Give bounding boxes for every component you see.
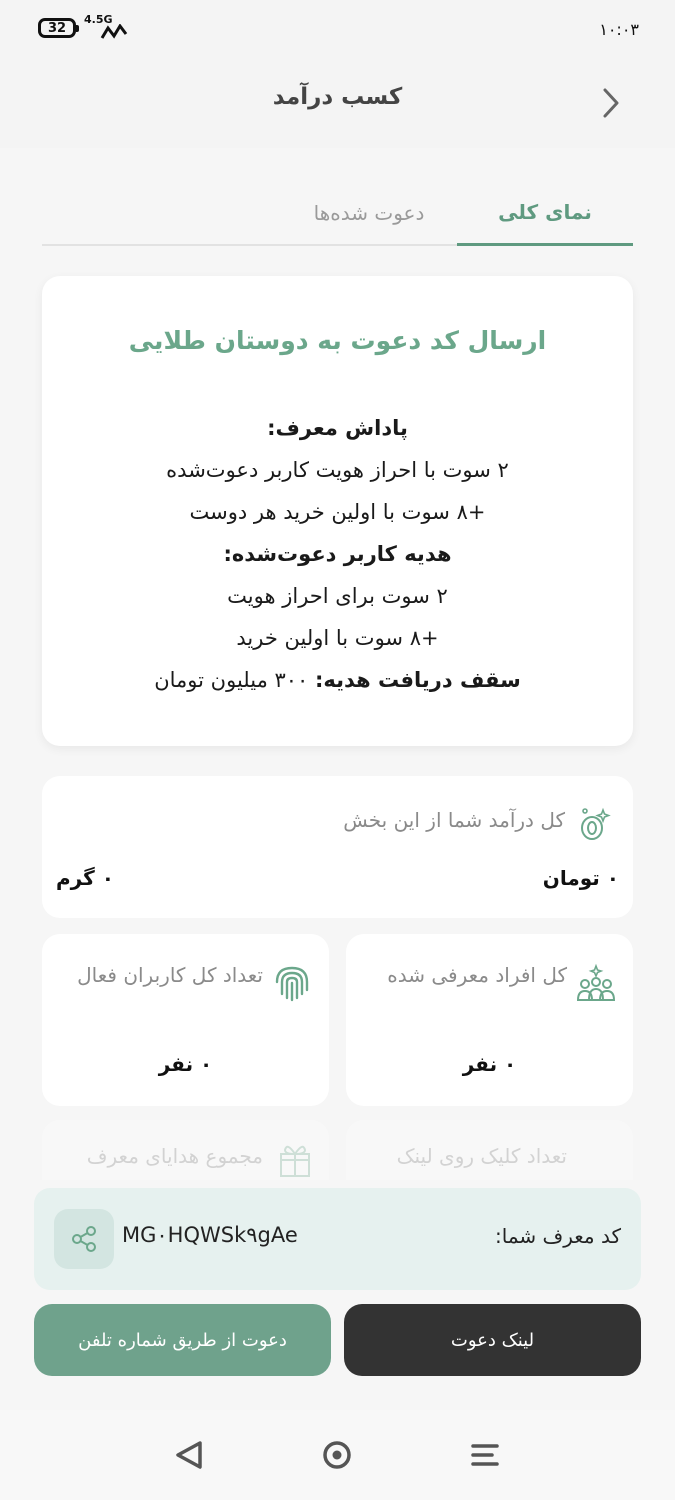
invitee-heading: هدیه کاربر دعوت‌شده:	[223, 542, 452, 566]
share-button[interactable]	[54, 1209, 114, 1269]
income-card: کل درآمد شما از این بخش ۰ تومان ۰ گرم	[42, 776, 633, 918]
battery-level: 32	[47, 20, 67, 36]
active-users-card: تعداد کل کاربران فعال ۰ نفر	[42, 934, 329, 1106]
nav-recents-icon[interactable]	[468, 1438, 502, 1472]
nav-back-icon[interactable]	[172, 1438, 206, 1472]
coins-sparkle-icon	[581, 807, 611, 840]
battery-icon: 32	[38, 18, 79, 38]
active-users-value: ۰ نفر	[158, 1052, 213, 1076]
invitee-line: ۲ سوت برای احراز هویت	[227, 584, 448, 608]
group-users-icon	[576, 963, 616, 1001]
income-toman-value: ۰ تومان	[542, 866, 619, 890]
gifts-card: مجموع هدایای معرف	[42, 1120, 329, 1180]
referred-count-value: ۰ نفر	[462, 1052, 517, 1076]
referrer-line: ۲ سوت با احراز هویت کاربر دعوت‌شده	[166, 458, 509, 482]
invite-by-phone-button[interactable]: دعوت از طریق شماره تلفن	[34, 1304, 331, 1376]
clicks-card: تعداد کلیک روی لینک	[346, 1120, 633, 1180]
invite-link-button[interactable]: لینک دعوت	[344, 1304, 641, 1376]
chevron-right-icon[interactable]	[599, 86, 623, 120]
fingerprint-icon	[275, 966, 309, 1002]
main-content: نمای کلی دعوت شده‌ها ارسال کد دعوت به دو…	[0, 148, 675, 1410]
referral-code-label: کد معرف شما:	[494, 1224, 621, 1248]
clock: ۱۰:۰۳	[599, 20, 639, 39]
invite-info-title: ارسال کد دعوت به دوستان طلایی	[128, 326, 547, 355]
referrer-line: +۸ سوت با اولین خرید هر دوست	[189, 500, 486, 524]
signal-icon	[100, 24, 128, 39]
gift-icon	[280, 1145, 310, 1177]
page-title: کسب درآمد	[272, 84, 403, 110]
invitee-line: +۸ سوت با اولین خرید	[236, 626, 439, 650]
income-gram-value: ۰ گرم	[56, 866, 114, 890]
tab-invited[interactable]: دعوت شده‌ها	[281, 180, 457, 246]
invite-info-card: ارسال کد دعوت به دوستان طلایی پاداش معرف…	[42, 276, 633, 746]
referral-code-value[interactable]: MG۰HQWSk۹gAe	[122, 1223, 298, 1247]
tab-bar: نمای کلی دعوت شده‌ها	[42, 180, 633, 246]
nav-home-icon[interactable]	[320, 1438, 354, 1472]
tab-overview[interactable]: نمای کلی	[457, 180, 633, 246]
share-icon	[72, 1226, 96, 1252]
referral-code-bar: کد معرف شما: MG۰HQWSk۹gAe	[34, 1188, 641, 1290]
app-header: کسب درآمد	[0, 58, 675, 148]
gifts-label: مجموع هدایای معرف	[86, 1144, 263, 1168]
gift-cap-value: ۳۰۰ میلیون تومان	[154, 668, 309, 692]
active-users-label: تعداد کل کاربران فعال	[77, 963, 263, 987]
referrer-heading: پاداش معرف:	[267, 416, 408, 440]
faded-stats-row: تعداد کلیک روی لینک مجموع هدایای معرف	[42, 1120, 633, 1180]
status-bar: 32 4.5G ۱۰:۰۳	[0, 0, 675, 58]
invite-info-body: پاداش معرف: ۲ سوت با احراز هویت کاربر دع…	[42, 407, 633, 701]
gift-cap-label: سقف دریافت هدیه:	[315, 668, 521, 692]
referred-count-label: کل افراد معرفی شده	[387, 963, 567, 987]
referred-count-card: کل افراد معرفی شده ۰ نفر	[346, 934, 633, 1106]
income-label: کل درآمد شما از این بخش	[343, 808, 565, 832]
clicks-label: تعداد کلیک روی لینک	[396, 1144, 567, 1168]
system-nav-bar	[0, 1410, 675, 1500]
gift-cap: سقف دریافت هدیه: ۳۰۰ میلیون تومان	[42, 659, 633, 701]
